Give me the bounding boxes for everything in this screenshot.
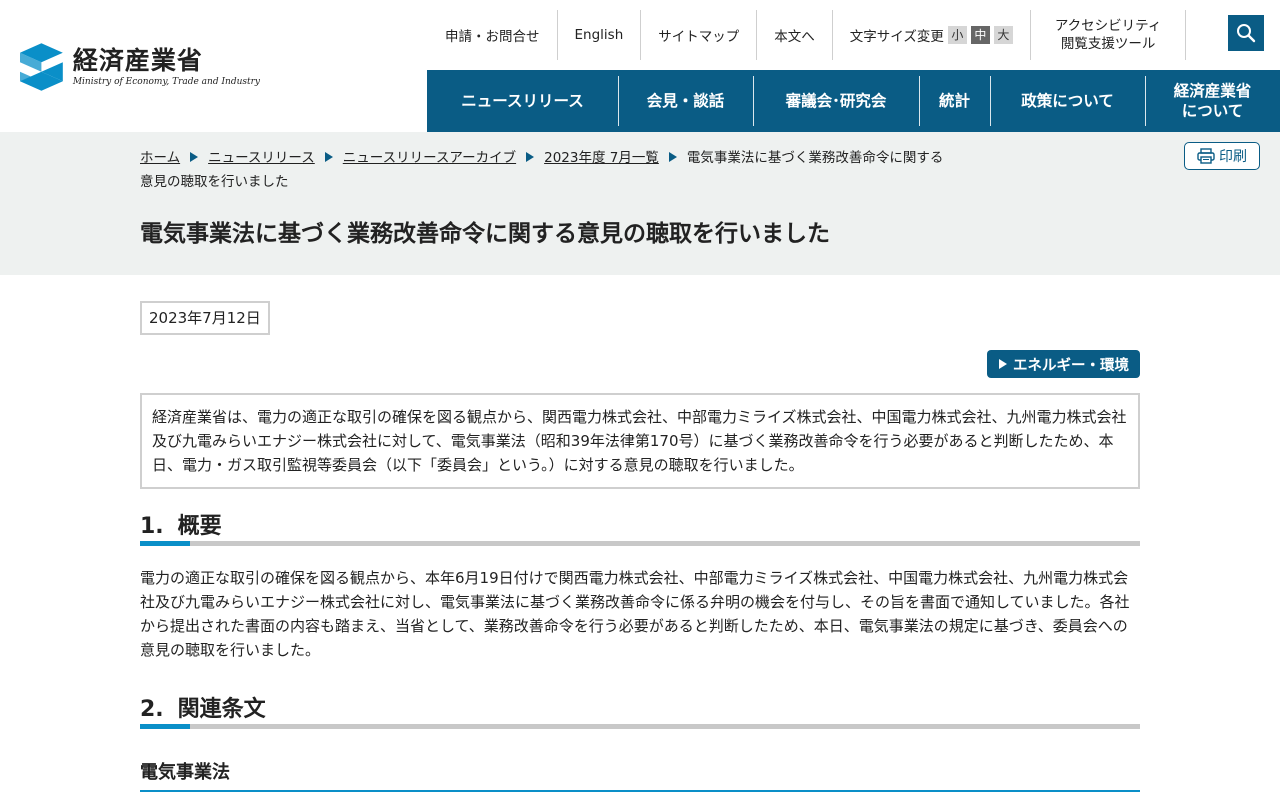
section-number: 1.	[140, 514, 164, 539]
breadcrumb-home[interactable]: ホーム	[140, 150, 180, 166]
section-title: 概要	[177, 514, 222, 539]
gnav-councils[interactable]: 審議会･研究会	[753, 70, 919, 132]
publish-date: 2023年7月12日	[140, 301, 270, 335]
breadcrumb-arrow-icon	[526, 152, 535, 162]
section-title: 関連条文	[177, 697, 266, 722]
meti-logo-icon	[20, 43, 63, 91]
page-title: 電気事業法に基づく業務改善命令に関する意見の聴取を行いました	[140, 221, 830, 247]
heading-underline	[140, 541, 1140, 546]
print-button[interactable]: 印刷	[1184, 142, 1260, 170]
gnav-press-conference[interactable]: 会見・談話	[618, 70, 753, 132]
breadcrumb-arrow-icon	[324, 152, 333, 162]
font-size-changer: 文字サイズ変更 小 中 大	[833, 10, 1031, 60]
section-heading-related-articles: 2. 関連条文	[140, 691, 1140, 729]
gnav-news-release[interactable]: ニュースリリース	[427, 70, 618, 132]
overview-paragraph: 電力の適正な取引の確保を図る観点から、本年6月19日付けで関西電力株式会社、中部…	[140, 569, 1130, 659]
contact-link[interactable]: 申請・お問合せ	[428, 10, 558, 60]
gnav-policy[interactable]: 政策について	[990, 70, 1145, 132]
triangle-right-icon	[999, 359, 1007, 369]
gnav-about-meti[interactable]: 経済産業省 について	[1145, 70, 1280, 132]
breadcrumb-news-release[interactable]: ニュースリリース	[208, 150, 315, 166]
section-number: 2.	[140, 697, 164, 722]
english-link[interactable]: English	[558, 10, 642, 60]
skip-to-content-link[interactable]: 本文へ	[757, 10, 833, 60]
font-size-label: 文字サイズ変更	[849, 29, 944, 45]
category-tag[interactable]: エネルギー・環境	[987, 350, 1140, 378]
logo-subtitle: Ministry of Economy, Trade and Industry	[72, 77, 260, 87]
site-logo[interactable]: 経済産業省 Ministry of Economy, Trade and Ind…	[20, 36, 260, 98]
logo-title: 経済産業省	[72, 46, 203, 75]
lead-paragraph: 経済産業省は、電力の適正な取引の確保を図る観点から、関西電力株式会社、中部電力ミ…	[140, 393, 1140, 489]
print-label: 印刷	[1219, 149, 1247, 165]
gnav-statistics[interactable]: 統計	[919, 70, 990, 132]
printer-icon	[1197, 148, 1215, 164]
accessibility-tool-link[interactable]: アクセシビリティ 閲覧支援ツール	[1031, 10, 1187, 60]
title-band: ホーム ニュースリリース ニュースリリースアーカイブ 2023年度 7月一覧電気事業法…	[0, 132, 1280, 275]
site-header: 経済産業省 Ministry of Economy, Trade and Ind…	[0, 0, 1280, 132]
heading-underline	[140, 724, 1140, 729]
breadcrumb-month-list[interactable]: 2023年度 7月一覧	[544, 150, 659, 166]
search-button[interactable]	[1228, 15, 1264, 51]
font-size-large-button[interactable]: 大	[993, 26, 1013, 44]
breadcrumb-archive[interactable]: ニュースリリースアーカイブ	[343, 150, 516, 166]
category-tag-label: エネルギー・環境	[1013, 357, 1129, 374]
font-size-medium-button[interactable]: 中	[970, 26, 990, 44]
breadcrumb-arrow-icon	[190, 152, 199, 162]
utility-nav: 申請・お問合せ English サイトマップ 本文へ 文字サイズ変更 小 中 大…	[428, 10, 1187, 60]
breadcrumb: ホーム ニュースリリース ニュースリリースアーカイブ 2023年度 7月一覧 電気事業法…	[140, 146, 950, 194]
section-heading-overview: 1. 概要	[140, 508, 1140, 546]
font-size-small-button[interactable]: 小	[947, 26, 967, 44]
breadcrumb-arrow-icon	[668, 152, 677, 162]
subheading-electricity-business-act: 電気事業法	[140, 758, 1140, 792]
sitemap-link[interactable]: サイトマップ	[641, 10, 758, 60]
search-icon	[1237, 24, 1256, 43]
global-nav: ニュースリリース 会見・談話 審議会･研究会 統計 政策について 経済産業省 に…	[427, 70, 1280, 132]
